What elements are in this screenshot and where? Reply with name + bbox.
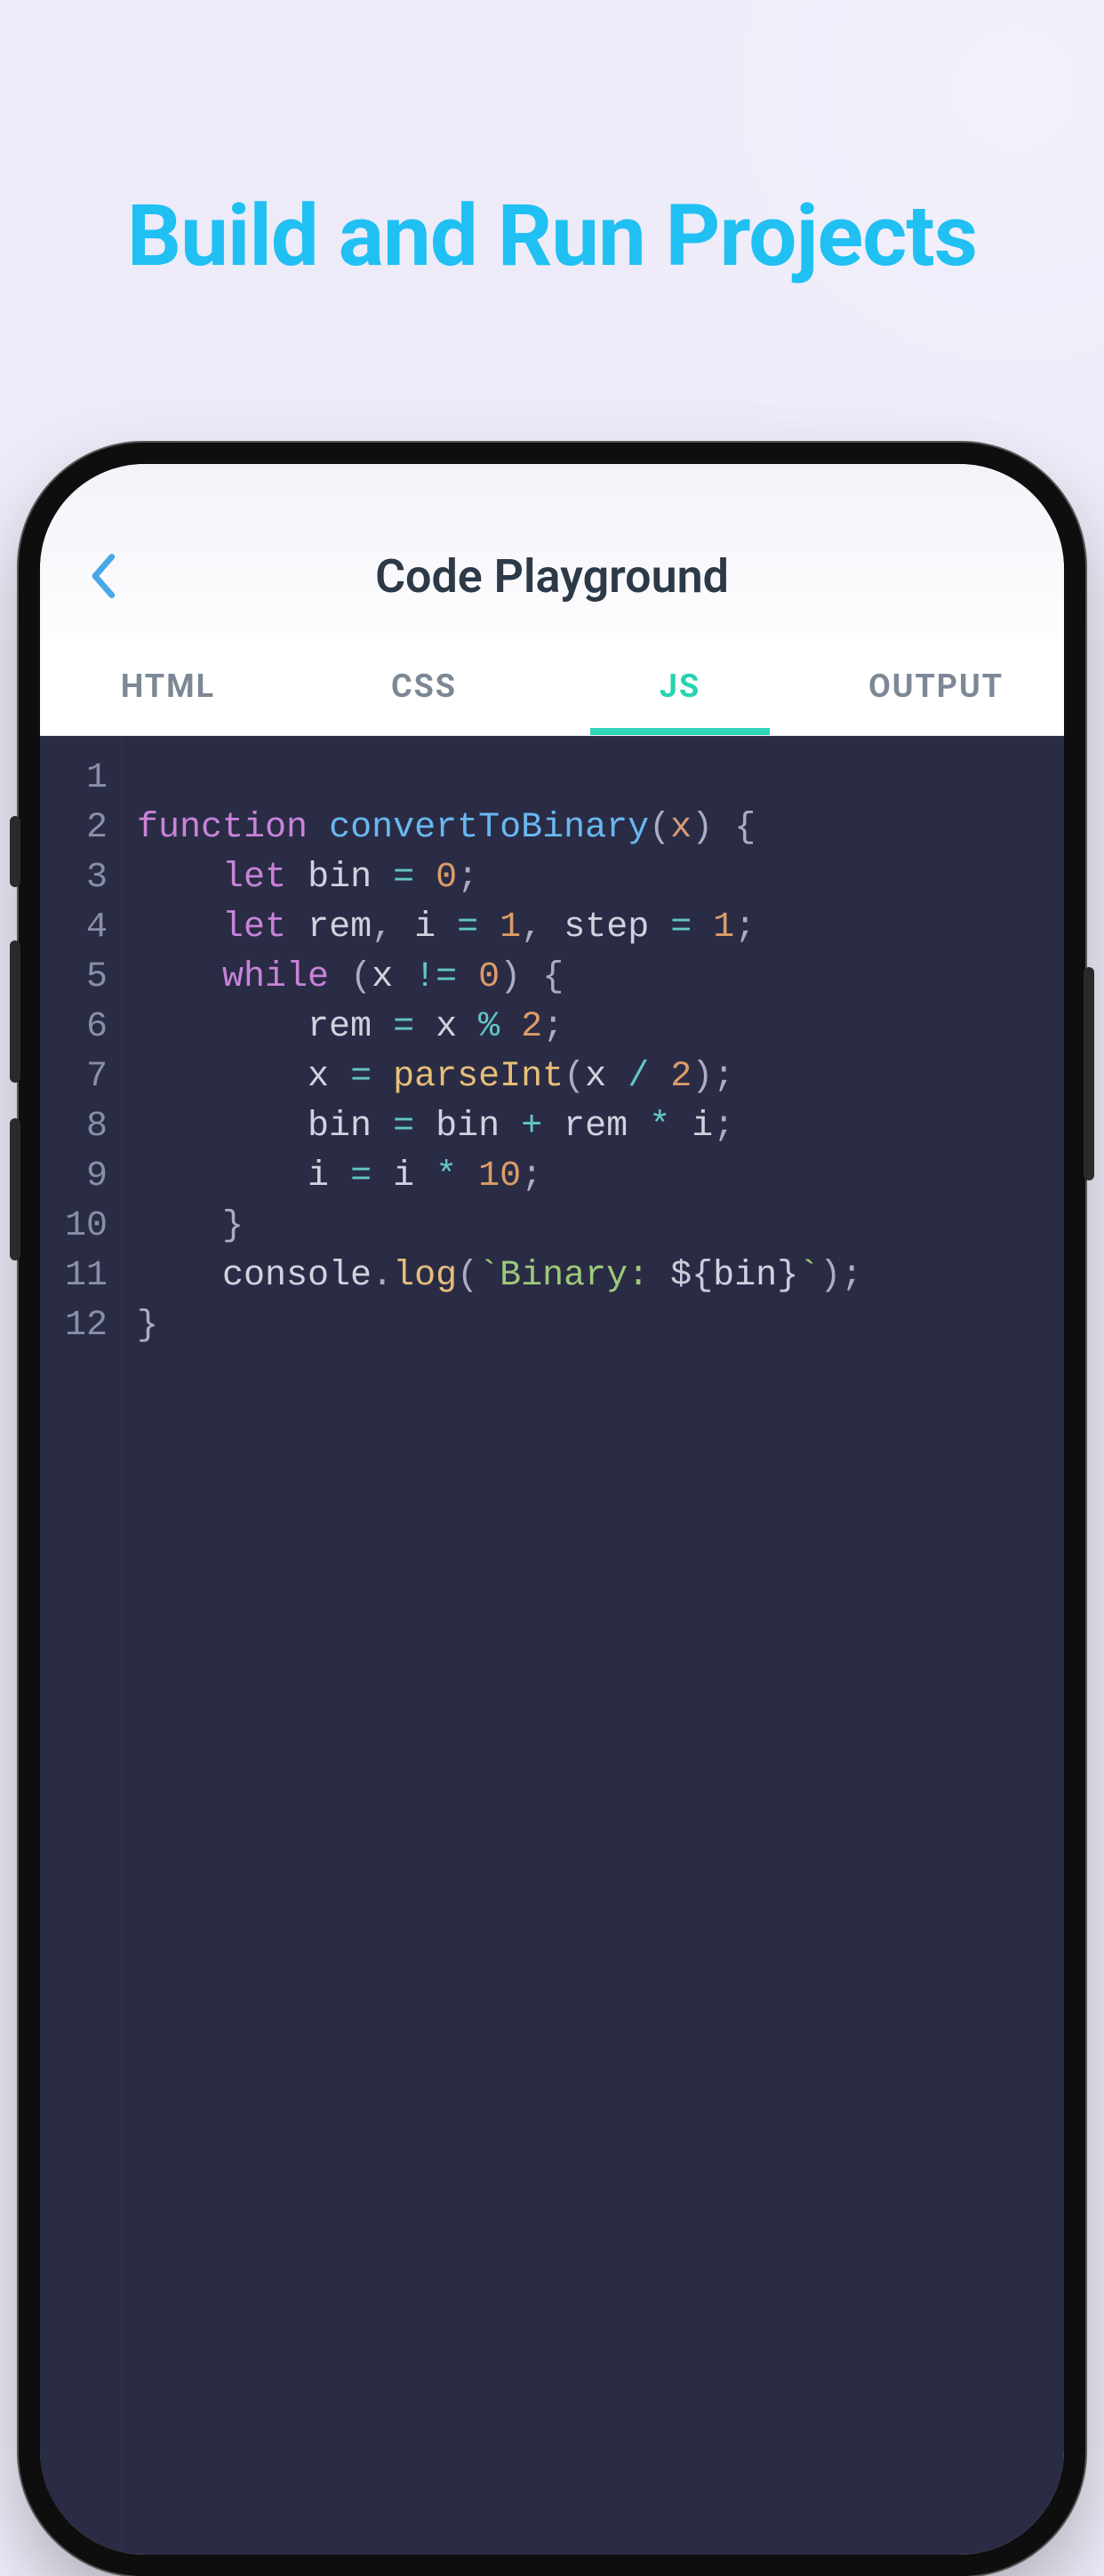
code-line[interactable]: i = i * 10; (137, 1152, 1050, 1202)
code-editor[interactable]: 123456789101112 function convertToBinary… (40, 736, 1064, 2555)
line-number: 9 (65, 1152, 108, 1202)
editor-tabs: HTML CSS JS OUTPUT (40, 639, 1064, 736)
code-line[interactable]: } (137, 1202, 1050, 1252)
code-content[interactable]: function convertToBinary(x) { let bin = … (123, 736, 1064, 2555)
tab-css[interactable]: CSS (296, 639, 552, 735)
app-header: Code Playground (40, 464, 1064, 639)
line-number: 4 (65, 903, 108, 953)
code-line[interactable]: function convertToBinary(x) { (137, 804, 1050, 853)
line-number: 3 (65, 853, 108, 903)
line-number-gutter: 123456789101112 (40, 736, 123, 2555)
code-line[interactable]: x = parseInt(x / 2); (137, 1052, 1050, 1102)
code-line[interactable]: console.log(`Binary: ${bin}`); (137, 1252, 1050, 1301)
device-volume-down (10, 1118, 20, 1260)
tab-output[interactable]: OUTPUT (808, 639, 1064, 735)
line-number: 10 (65, 1202, 108, 1252)
tab-html[interactable]: HTML (40, 639, 296, 735)
chevron-left-icon (87, 552, 117, 600)
line-number: 11 (65, 1252, 108, 1301)
device-power-button (1084, 967, 1094, 1180)
line-number: 8 (65, 1102, 108, 1152)
line-number: 5 (65, 953, 108, 1003)
back-button[interactable] (76, 549, 129, 603)
code-line[interactable]: let bin = 0; (137, 853, 1050, 903)
code-line[interactable]: while (x != 0) { (137, 953, 1050, 1003)
device-silence-switch (10, 816, 20, 887)
code-line[interactable]: rem = x % 2; (137, 1003, 1050, 1052)
code-line[interactable]: bin = bin + rem * i; (137, 1102, 1050, 1152)
code-line[interactable] (137, 754, 1050, 804)
line-number: 12 (65, 1301, 108, 1351)
line-number: 2 (65, 804, 108, 853)
line-number: 7 (65, 1052, 108, 1102)
device-volume-up (10, 940, 20, 1083)
code-line[interactable]: let rem, i = 1, step = 1; (137, 903, 1050, 953)
line-number: 1 (65, 754, 108, 804)
line-number: 6 (65, 1003, 108, 1052)
tab-js[interactable]: JS (552, 639, 808, 735)
phone-device-frame: Code Playground HTML CSS JS OUTPUT 12345… (19, 443, 1085, 2576)
hero-title: Build and Run Projects (0, 187, 1104, 286)
code-line[interactable]: } (137, 1301, 1050, 1351)
phone-screen: Code Playground HTML CSS JS OUTPUT 12345… (40, 464, 1064, 2555)
page-title: Code Playground (375, 549, 729, 604)
